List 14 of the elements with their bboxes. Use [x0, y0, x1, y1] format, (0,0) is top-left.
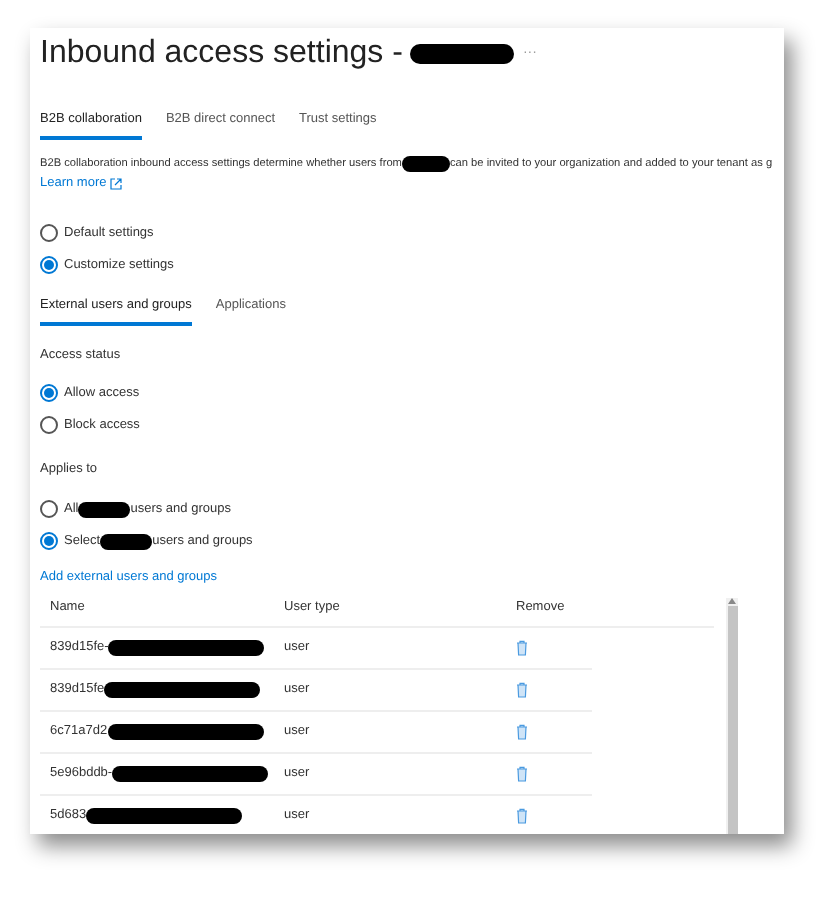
page-title: Inbound access settings -: [40, 34, 403, 74]
trash-icon[interactable]: [516, 723, 528, 740]
external-link-icon: [110, 178, 123, 191]
radio-button[interactable]: [40, 384, 58, 403]
trash-icon[interactable]: [516, 807, 528, 824]
radio-button[interactable]: [40, 416, 58, 435]
radio-button[interactable]: [40, 500, 58, 519]
trash-icon[interactable]: [516, 681, 528, 698]
radio-button[interactable]: [40, 255, 58, 274]
scrollbar[interactable]: [726, 597, 738, 834]
radio-button[interactable]: [40, 223, 58, 242]
trash-icon[interactable]: [516, 765, 528, 782]
radio-button[interactable]: [40, 532, 58, 551]
trash-icon[interactable]: [516, 639, 528, 656]
